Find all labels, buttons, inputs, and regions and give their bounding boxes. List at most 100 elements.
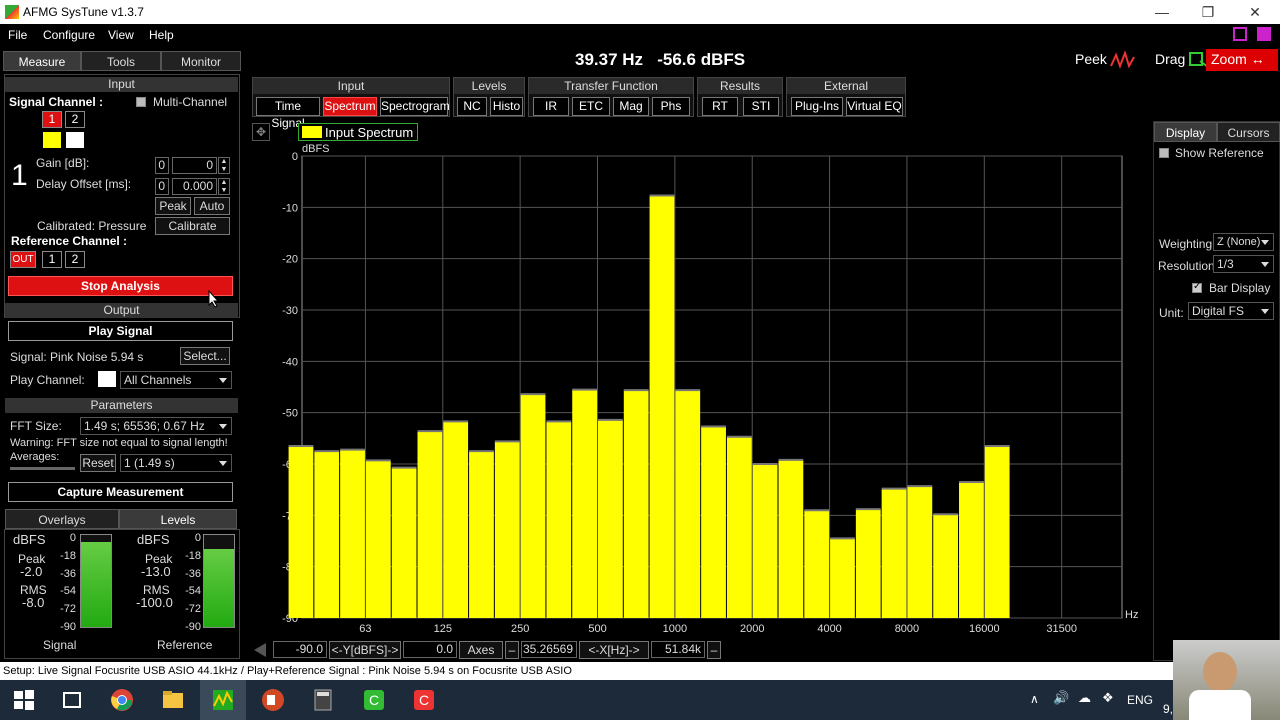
spectrum-button[interactable]: Spectrum	[323, 97, 377, 116]
peek-button[interactable]: Peek	[1075, 50, 1136, 70]
menu-file[interactable]: File	[8, 28, 27, 42]
weighting-value: Z (None)	[1217, 236, 1261, 248]
signal-channel-1-button[interactable]: 1	[42, 111, 62, 128]
reference-peak-value: -13.0	[141, 564, 171, 579]
maximize-button[interactable]: ❐	[1193, 2, 1223, 22]
axes-button[interactable]: Axes	[459, 641, 503, 659]
play-channel-dropdown[interactable]: All Channels	[120, 371, 232, 389]
x-tick-label: 4000	[817, 623, 841, 635]
fft-size-dropdown[interactable]: 1.49 s; 65536; 0.67 Hz	[80, 417, 232, 435]
reference-out-button[interactable]: OUT	[10, 251, 36, 268]
bar-display-checkbox[interactable]	[1192, 281, 1202, 293]
signal-meter-unit: dBFS	[13, 532, 46, 547]
show-reference-checkbox[interactable]	[1159, 148, 1169, 158]
y-min-field[interactable]: -90.0	[273, 641, 327, 658]
x-min-field[interactable]: 35.26569	[521, 641, 577, 658]
histo-button[interactable]: Histo	[490, 97, 523, 116]
play-signal-button[interactable]: Play Signal	[8, 321, 233, 341]
reference-channel-1-button[interactable]: 1	[42, 251, 62, 268]
unit-dropdown[interactable]: Digital FS	[1188, 302, 1274, 320]
multi-channel-checkbox[interactable]	[136, 97, 146, 107]
tab-tools[interactable]: Tools	[81, 51, 161, 71]
x-tick-label: 16000	[969, 623, 1000, 635]
system-tray-chevron-icon[interactable]: ∧	[1030, 692, 1039, 706]
nc-button[interactable]: NC	[457, 97, 487, 116]
layout-alt-icon[interactable]	[1257, 27, 1271, 41]
tab-monitor[interactable]: Monitor	[161, 51, 241, 71]
peak-gain-button[interactable]: Peak	[155, 197, 191, 215]
delay-side-field[interactable]: 0	[155, 178, 169, 195]
weighting-dropdown[interactable]: Z (None)	[1213, 233, 1274, 251]
stop-analysis-button[interactable]: Stop Analysis	[8, 276, 233, 296]
zoom-button[interactable]: Zoom ↔	[1206, 49, 1278, 71]
windows-taskbar: C C ∧ 🔊 ☁ ❖ ENG 9,	[0, 680, 1280, 720]
delay-field[interactable]: 0.000	[172, 178, 217, 195]
chrome-icon[interactable]	[110, 688, 134, 712]
spectrum-chart[interactable]: ✥ 0-10-20-30-40-50-60-70-80-906312525050…	[250, 120, 1145, 660]
zoom-out-x-button[interactable]: –	[505, 641, 519, 659]
scroll-left-icon[interactable]	[254, 643, 266, 657]
x-tick-label: 250	[511, 623, 529, 635]
windows-start-icon[interactable]	[12, 688, 36, 712]
y-max-field[interactable]: 0.0	[403, 641, 457, 658]
dropbox-icon[interactable]: ❖	[1102, 690, 1114, 706]
file-explorer-icon[interactable]	[161, 688, 185, 712]
phs-button[interactable]: Phs	[652, 97, 690, 116]
auto-gain-button[interactable]: Auto	[194, 197, 230, 215]
onedrive-icon[interactable]: ☁	[1078, 690, 1091, 706]
x-axis-button[interactable]: <-X[Hz]->	[579, 641, 649, 659]
time-signal-button[interactable]: Time Signal	[256, 97, 320, 130]
capture-measurement-button[interactable]: Capture Measurement	[8, 482, 233, 502]
tab-levels[interactable]: Levels	[119, 509, 237, 529]
reference-channel-2-button[interactable]: 2	[65, 251, 85, 268]
calculator-icon[interactable]	[311, 688, 335, 712]
tab-measure[interactable]: Measure	[3, 51, 81, 71]
signal-scale-72: -72	[60, 603, 76, 615]
clock[interactable]: 9,	[1163, 702, 1173, 716]
zoom-out-y-button[interactable]: –	[707, 641, 721, 659]
ir-button[interactable]: IR	[533, 97, 569, 116]
gain-side-field[interactable]: 0	[155, 157, 169, 174]
delay-spinner[interactable]: ▲ ▼	[218, 178, 230, 195]
task-view-icon[interactable]	[60, 688, 84, 712]
mag-button[interactable]: Mag	[613, 97, 649, 116]
tab-cursors[interactable]: Cursors	[1217, 122, 1280, 142]
y-tick-label: -50	[282, 408, 298, 420]
minimize-button[interactable]: —	[1147, 2, 1177, 22]
gain-spinner[interactable]: ▲ ▼	[218, 157, 230, 174]
gain-field[interactable]: 0	[172, 157, 217, 174]
tab-overlays[interactable]: Overlays	[5, 509, 119, 529]
camtasia-red-icon[interactable]: C	[412, 688, 436, 712]
plug-ins-button[interactable]: Plug-Ins	[791, 97, 843, 116]
close-button[interactable]: ✕	[1240, 2, 1270, 22]
y-axis-button[interactable]: <-Y[dBFS]->	[329, 641, 401, 659]
rt-button[interactable]: RT	[702, 97, 738, 116]
tab-display[interactable]: Display	[1154, 122, 1217, 142]
spectrogram-button[interactable]: Spectrogram	[380, 97, 450, 116]
volume-icon[interactable]: 🔊	[1053, 690, 1069, 706]
select-signal-button[interactable]: Select...	[180, 347, 230, 365]
resolution-dropdown[interactable]: 1/3	[1213, 255, 1274, 273]
menu-configure[interactable]: Configure	[43, 28, 95, 42]
systune-taskbar-item[interactable]	[200, 680, 246, 720]
language-indicator[interactable]: ENG	[1127, 693, 1153, 707]
sti-button[interactable]: STI	[743, 97, 779, 116]
reset-averages-button[interactable]: Reset	[80, 454, 116, 472]
layout-icon[interactable]	[1233, 27, 1247, 41]
spectrum-bar	[675, 390, 701, 618]
menu-help[interactable]: Help	[149, 28, 174, 42]
drag-button[interactable]: Drag	[1155, 51, 1210, 69]
peek-label: Peek	[1075, 51, 1107, 67]
etc-button[interactable]: ETC	[572, 97, 610, 116]
menu-view[interactable]: View	[108, 28, 134, 42]
y-tick-label: -20	[282, 254, 298, 266]
chevron-down-icon	[1261, 262, 1269, 267]
camtasia-green-icon[interactable]: C	[362, 688, 386, 712]
calibrate-button[interactable]: Calibrate	[155, 217, 230, 235]
signal-info: Signal: Pink Noise 5.94 s	[10, 350, 144, 364]
powerpoint-icon[interactable]	[261, 688, 285, 712]
signal-channel-2-button[interactable]: 2	[65, 111, 85, 128]
virtual-eq-button[interactable]: Virtual EQ	[846, 97, 903, 116]
x-max-field[interactable]: 51.84k	[651, 641, 705, 658]
averages-dropdown[interactable]: 1 (1.49 s)	[120, 454, 232, 472]
